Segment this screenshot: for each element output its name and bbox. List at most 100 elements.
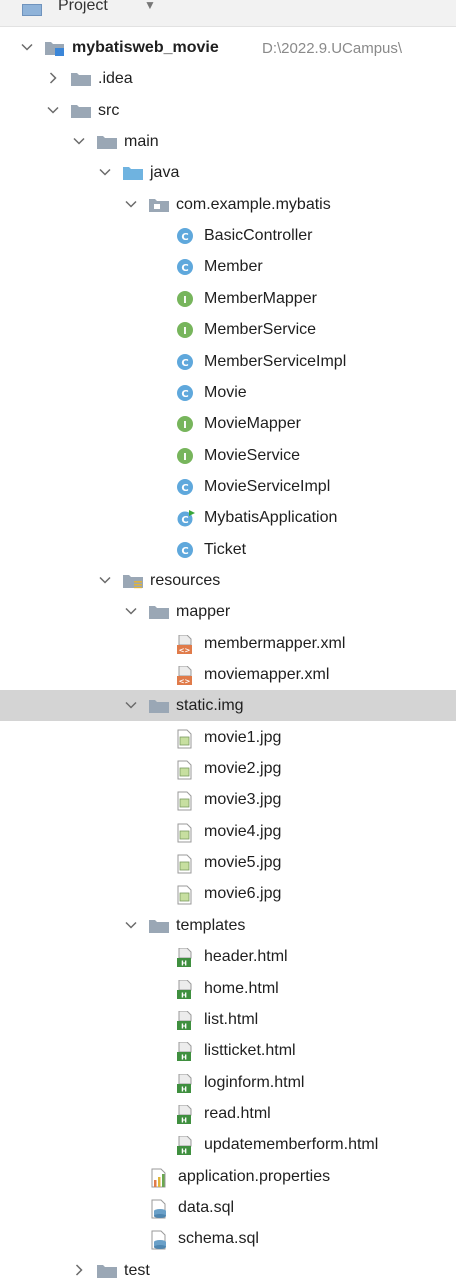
tree-node[interactable]: C Movie — [0, 377, 456, 408]
tree-node[interactable]: movie1.jpg — [0, 722, 456, 753]
image-file-icon — [176, 885, 194, 905]
chevron-down-icon[interactable] — [124, 918, 138, 932]
interface-icon: I — [176, 321, 194, 339]
tree-node[interactable]: I MovieService — [0, 440, 456, 471]
tree-node[interactable]: C MovieServiceImpl — [0, 471, 456, 502]
tree-node-label: movie1.jpg — [204, 728, 282, 746]
tree-node-label: Ticket — [204, 540, 247, 558]
chevron-down-icon[interactable] — [46, 103, 60, 117]
chevron-down-icon[interactable] — [124, 698, 138, 712]
tree-node[interactable]: I MemberMapper — [0, 283, 456, 314]
tree-node[interactable]: Hupdatememberform.html — [0, 1129, 456, 1160]
tree-node[interactable]: I MemberService — [0, 314, 456, 345]
folder-icon — [148, 697, 169, 715]
chevron-down-icon[interactable] — [124, 604, 138, 618]
project-view-icon — [22, 4, 42, 16]
tree-node[interactable]: movie3.jpg — [0, 784, 456, 815]
tree-node[interactable]: movie5.jpg — [0, 847, 456, 878]
folder-icon — [96, 133, 117, 151]
chevron-down-icon[interactable] — [72, 134, 86, 148]
tree-node[interactable]: Hloginform.html — [0, 1067, 456, 1098]
tree-node-label: application.properties — [178, 1167, 331, 1185]
html-file-icon: H — [176, 1136, 194, 1156]
svg-text:H: H — [181, 1148, 187, 1156]
tree-node[interactable]: C MemberServiceImpl — [0, 346, 456, 377]
tree-node-label: movie5.jpg — [204, 854, 282, 872]
tree-node[interactable]: .idea — [0, 63, 456, 94]
tree-node-label: static.img — [176, 697, 244, 715]
image-file-icon — [176, 760, 194, 780]
project-tree: mybatisweb_movie D:\2022.9.UCampus\ .idea s… — [0, 0, 456, 1280]
tree-node[interactable]: resources — [0, 565, 456, 596]
tree-node[interactable]: movie2.jpg — [0, 753, 456, 784]
tree-node[interactable]: schema.sql — [0, 1223, 456, 1254]
folder-icon — [148, 603, 169, 621]
tree-node[interactable]: src — [0, 95, 456, 126]
tree-node[interactable]: Hlist.html — [0, 1004, 456, 1035]
tree-node-label: mapper — [176, 603, 231, 621]
tree-node[interactable]: mapper — [0, 596, 456, 627]
tree-node[interactable]: test — [0, 1255, 456, 1286]
svg-text:H: H — [181, 1116, 187, 1124]
tree-node-label: movie6.jpg — [204, 885, 282, 903]
tree-node[interactable]: main — [0, 126, 456, 157]
svg-text:I: I — [183, 326, 187, 337]
tree-node[interactable]: Hread.html — [0, 1098, 456, 1129]
tree-node[interactable]: templates — [0, 910, 456, 941]
tree-node-label: test — [124, 1261, 150, 1279]
tree-node[interactable]: Hlistticket.html — [0, 1035, 456, 1066]
xml-file-icon: <> — [176, 666, 194, 686]
chevron-down-icon[interactable] — [98, 165, 112, 179]
tree-node-label: main — [124, 133, 159, 151]
image-file-icon — [176, 729, 194, 749]
tree-node-label: movie3.jpg — [204, 791, 282, 809]
chevron-down-icon[interactable] — [98, 573, 112, 587]
tree-node[interactable]: Hhome.html — [0, 973, 456, 1004]
spring-boot-class-icon: C — [176, 509, 195, 527]
tree-node-label: loginform.html — [204, 1073, 305, 1091]
folder-icon — [70, 70, 91, 88]
svg-text:H: H — [181, 960, 187, 968]
svg-text:<>: <> — [179, 646, 191, 654]
tree-node[interactable]: mybatisweb_movie D:\2022.9.UCampus\ — [0, 32, 456, 63]
tree-node-label: updatememberform.html — [204, 1136, 379, 1154]
package-icon — [148, 196, 169, 214]
resources-folder-icon — [122, 572, 143, 590]
tree-node-label: moviemapper.xml — [204, 666, 330, 683]
html-file-icon: H — [176, 1010, 194, 1030]
tree-node-label: resources — [150, 571, 221, 589]
project-view-title[interactable]: Project — [58, 0, 108, 15]
tree-node[interactable]: <> moviemapper.xml — [0, 659, 456, 690]
tree-node[interactable]: movie6.jpg — [0, 878, 456, 909]
tree-node[interactable]: C MybatisApplication — [0, 502, 456, 533]
tree-node-label: BasicController — [204, 227, 313, 245]
class-icon: C — [176, 541, 194, 559]
tree-node-label: read.html — [204, 1104, 271, 1122]
tree-node[interactable]: static.img — [0, 690, 456, 722]
chevron-right-icon[interactable] — [46, 71, 60, 85]
chevron-down-icon[interactable] — [124, 197, 138, 211]
tree-node[interactable]: movie4.jpg — [0, 816, 456, 847]
image-file-icon — [176, 823, 194, 843]
svg-text:C: C — [181, 546, 188, 557]
tree-node-label: MemberServiceImpl — [204, 352, 347, 370]
chevron-down-icon[interactable] — [20, 40, 34, 54]
tree-node[interactable]: <> membermapper.xml — [0, 628, 456, 659]
svg-text:C: C — [181, 263, 188, 274]
tree-node[interactable]: com.example.mybatis — [0, 189, 456, 220]
tree-node[interactable]: C BasicController — [0, 220, 456, 251]
tree-node[interactable]: I MovieMapper — [0, 408, 456, 439]
tree-node[interactable]: C Ticket — [0, 534, 456, 565]
project-tool-window-header: Project ▼ — [0, 0, 456, 27]
tree-node[interactable]: java — [0, 157, 456, 188]
tree-node-label: data.sql — [178, 1198, 235, 1216]
image-file-icon — [176, 791, 194, 811]
tree-node-label: mybatisweb_movie — [72, 39, 219, 56]
tree-node[interactable]: application.properties — [0, 1161, 456, 1192]
chevron-right-icon[interactable] — [72, 1263, 86, 1277]
tree-node-label: java — [150, 164, 180, 182]
tree-node[interactable]: data.sql — [0, 1192, 456, 1223]
tree-node[interactable]: C Member — [0, 251, 456, 282]
chevron-down-icon[interactable]: ▼ — [144, 0, 156, 12]
tree-node[interactable]: Hheader.html — [0, 941, 456, 972]
